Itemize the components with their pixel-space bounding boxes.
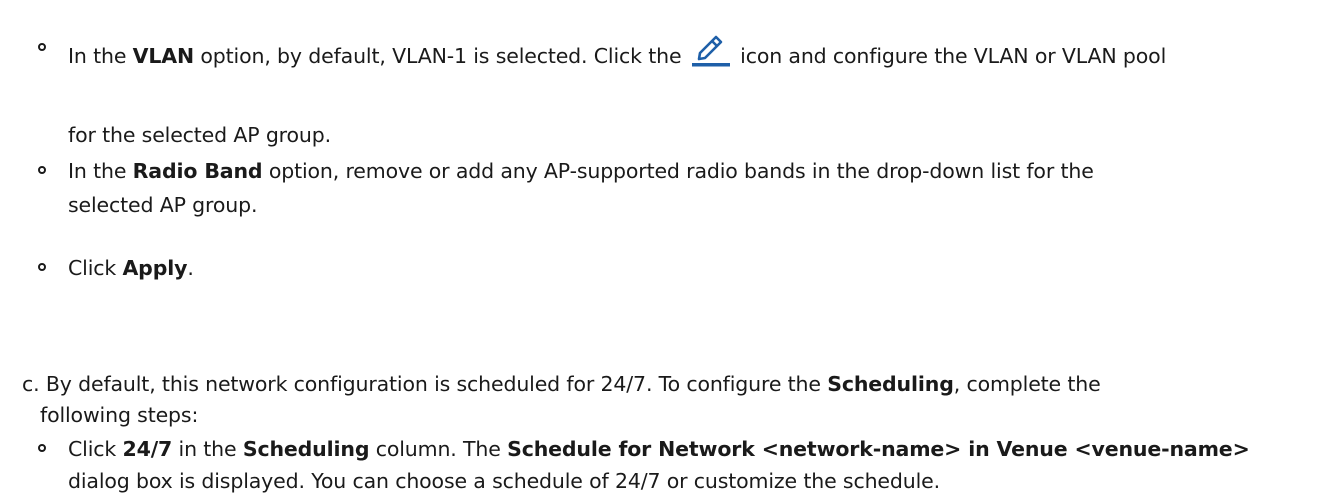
click247-bold-scheduling: Scheduling [242, 437, 370, 461]
scheduling-bold-label: Scheduling [827, 372, 954, 396]
click247-text-3: column. The [369, 437, 508, 461]
click247-line-1: Click 24/7 in the Scheduling column. The… [68, 434, 1250, 464]
scheduling-text-1: c. By default, this network configuratio… [22, 372, 828, 396]
apply-line: Click Apply. [68, 253, 194, 283]
bullet-radio-band [38, 166, 46, 174]
radio-text-1: In the [68, 159, 133, 183]
vlan-text-4: for the selected AP group. [68, 123, 331, 147]
click247-text-2: in the [172, 437, 243, 461]
radio-bold-label: Radio Band [132, 159, 263, 183]
click247-text-4: dialog box is displayed. You can choose … [68, 469, 940, 493]
vlan-line-1: In the VLAN option, by default, VLAN-1 i… [68, 33, 1166, 71]
vlan-text-2: option, by default, VLAN-1 is selected. … [194, 44, 688, 68]
click247-bold-247: 24/7 [122, 437, 173, 461]
vlan-bold-label: VLAN [132, 44, 195, 68]
radio-line-2: selected AP group. [68, 190, 257, 220]
bullet-click-247 [38, 444, 46, 452]
scheduling-text-3: following steps: [40, 403, 199, 427]
scheduling-line-1: c. By default, this network configuratio… [22, 369, 1101, 399]
radio-text-2: option, remove or add any AP-supported r… [262, 159, 1094, 183]
apply-text-1: Click [68, 256, 123, 280]
apply-bold-label: Apply [122, 256, 188, 280]
scheduling-text-2: , complete the [953, 372, 1101, 396]
radio-text-3: selected AP group. [68, 193, 258, 217]
edit-pencil-icon [690, 33, 732, 69]
click247-bold-dialog-title: Schedule for Network <network-name> in V… [507, 437, 1250, 461]
scheduling-line-2: following steps: [40, 400, 198, 430]
vlan-text-1: In the [68, 44, 133, 68]
document-page: In the VLAN option, by default, VLAN-1 i… [0, 0, 1337, 503]
click247-text-1: Click [68, 437, 123, 461]
vlan-text-3: icon and configure the VLAN or VLAN pool [733, 44, 1167, 68]
apply-text-2: . [187, 256, 194, 280]
vlan-line-2: for the selected AP group. [68, 120, 331, 150]
bullet-vlan [38, 43, 46, 51]
click247-line-2: dialog box is displayed. You can choose … [68, 466, 940, 496]
bullet-apply [38, 263, 46, 271]
radio-line-1: In the Radio Band option, remove or add … [68, 156, 1094, 186]
